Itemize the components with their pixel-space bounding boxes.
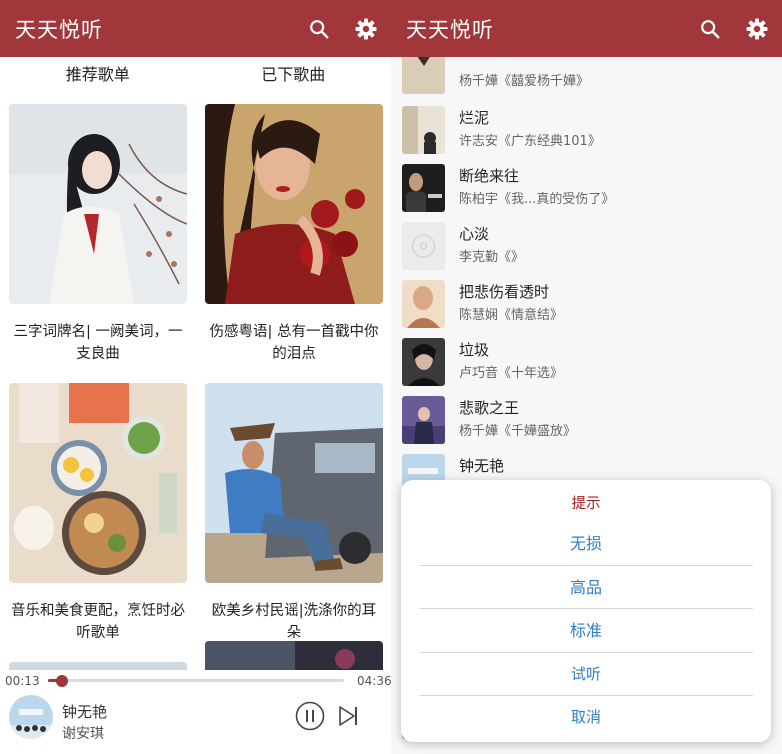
song-row[interactable]: 烂泥 许志安《广东经典101》 [391,99,782,157]
dialog-title: 提示 [571,496,601,512]
playlist-screen: 天天悦听 推荐歌单 已下歌曲 三字词牌名| 一阙美词，一支良曲 伤感粤语| 总有… [0,0,391,754]
playlist-card[interactable] [205,641,383,672]
playlist-caption: 音乐和美食更配，烹饪时必听歌单 [11,603,185,641]
song-subtitle: 陈柏宇《我...真的受伤了》 [459,192,615,207]
song-artwork [402,106,445,154]
song-artwork [402,222,445,270]
song-row[interactable]: 把悲伤看透时 陈慧娴《情意结》 [391,273,782,331]
elapsed-time: 00:13 [5,674,40,688]
playlist-cover-image [205,104,383,304]
app-title: 天天悦听 [406,17,494,42]
search-icon[interactable] [688,7,732,51]
now-playing-artist: 谢安琪 [62,726,104,742]
song-row[interactable]: 垃圾 卢巧音《十年选》 [391,331,782,389]
playlist-caption: 伤感粤语| 总有一首戳中你的泪点 [209,324,379,362]
song-artwork [402,338,445,386]
song-artwork [402,280,445,328]
song-title: 烂泥 [459,109,490,127]
tab-bar: 推荐歌单 已下歌曲 [0,57,391,95]
playlist-caption: 三字词牌名| 一阙美词，一支良曲 [13,324,183,362]
playlist-card[interactable]: 音乐和美食更配，烹饪时必听歌单 [9,383,187,644]
song-subtitle: 杨千嬅《囍爱杨千嬅》 [459,74,590,89]
tab-recommended-playlists[interactable]: 推荐歌单 [0,57,196,95]
tab-downloaded-songs[interactable]: 已下歌曲 [196,57,392,95]
playlist-card[interactable]: 三字词牌名| 一阙美词，一支良曲 [9,104,187,365]
song-title: 把悲伤看透时 [459,283,550,301]
pause-icon[interactable] [294,700,326,732]
option-standard[interactable]: 标准 [419,609,753,652]
song-title: 悲歌之王 [459,399,520,417]
song-subtitle: 杨千嬅《千嬅盛放》 [459,424,577,439]
song-row[interactable]: 断绝来往 陈柏宇《我...真的受伤了》 [391,157,782,215]
app-bar: 天天悦听 [391,0,782,57]
duration-time: 04:36 [357,674,391,688]
option-high-quality[interactable]: 高品 [419,566,753,609]
playlist-cover-image [205,641,383,672]
playlist-cover-image [9,383,187,583]
option-preview[interactable]: 试听 [419,653,753,696]
now-playing-title: 钟无艳 [62,703,108,721]
playlist-caption: 欧美乡村民谣|洗涤你的耳朵 [211,603,377,641]
progress-track[interactable] [48,674,344,687]
now-playing-artwork[interactable] [9,695,53,739]
song-row[interactable]: 心淡 李克勤《》 [391,215,782,273]
option-lossless[interactable]: 无损 [419,522,753,565]
app-bar: 天天悦听 [0,0,391,57]
song-subtitle: 许志安《广东经典101》 [459,134,601,149]
song-subtitle: 陈慧娴《情意结》 [459,308,564,323]
app-title: 天天悦听 [15,17,103,42]
downloads-screen: 杨千嬅《囍爱杨千嬅》 烂泥 许志安《广东经典101》 断绝来往 陈柏宇《我...… [391,0,782,754]
playlist-card[interactable]: 伤感粤语| 总有一首戳中你的泪点 [205,104,383,365]
playlist-cover-image [205,383,383,583]
progress-thumb[interactable] [55,674,68,687]
song-title: 垃圾 [459,341,490,359]
gear-icon[interactable] [344,7,388,51]
song-title: 钟无艳 [459,457,505,475]
song-artwork [402,396,445,444]
seek-bar[interactable]: 00:13 04:36 [0,670,391,694]
song-artwork [402,164,445,212]
song-title: 断绝来往 [459,167,520,185]
playlist-card[interactable]: 欧美乡村民谣|洗涤你的耳朵 [205,383,383,644]
next-icon[interactable] [332,700,364,732]
now-playing-bar: 00:13 04:36 钟无艳 谢安琪 [0,670,391,754]
playlist-cover-image [9,104,187,304]
quality-dialog: 提示 无损 高品 标准 试听 取消 [401,480,771,742]
song-row[interactable]: 悲歌之王 杨千嬅《千嬅盛放》 [391,389,782,447]
cancel-button[interactable]: 取消 [419,696,753,739]
search-icon[interactable] [297,7,341,51]
song-title: 心淡 [459,225,490,243]
gear-icon[interactable] [735,7,779,51]
song-subtitle: 卢巧音《十年选》 [459,366,564,381]
song-subtitle: 李克勤《》 [459,250,525,265]
